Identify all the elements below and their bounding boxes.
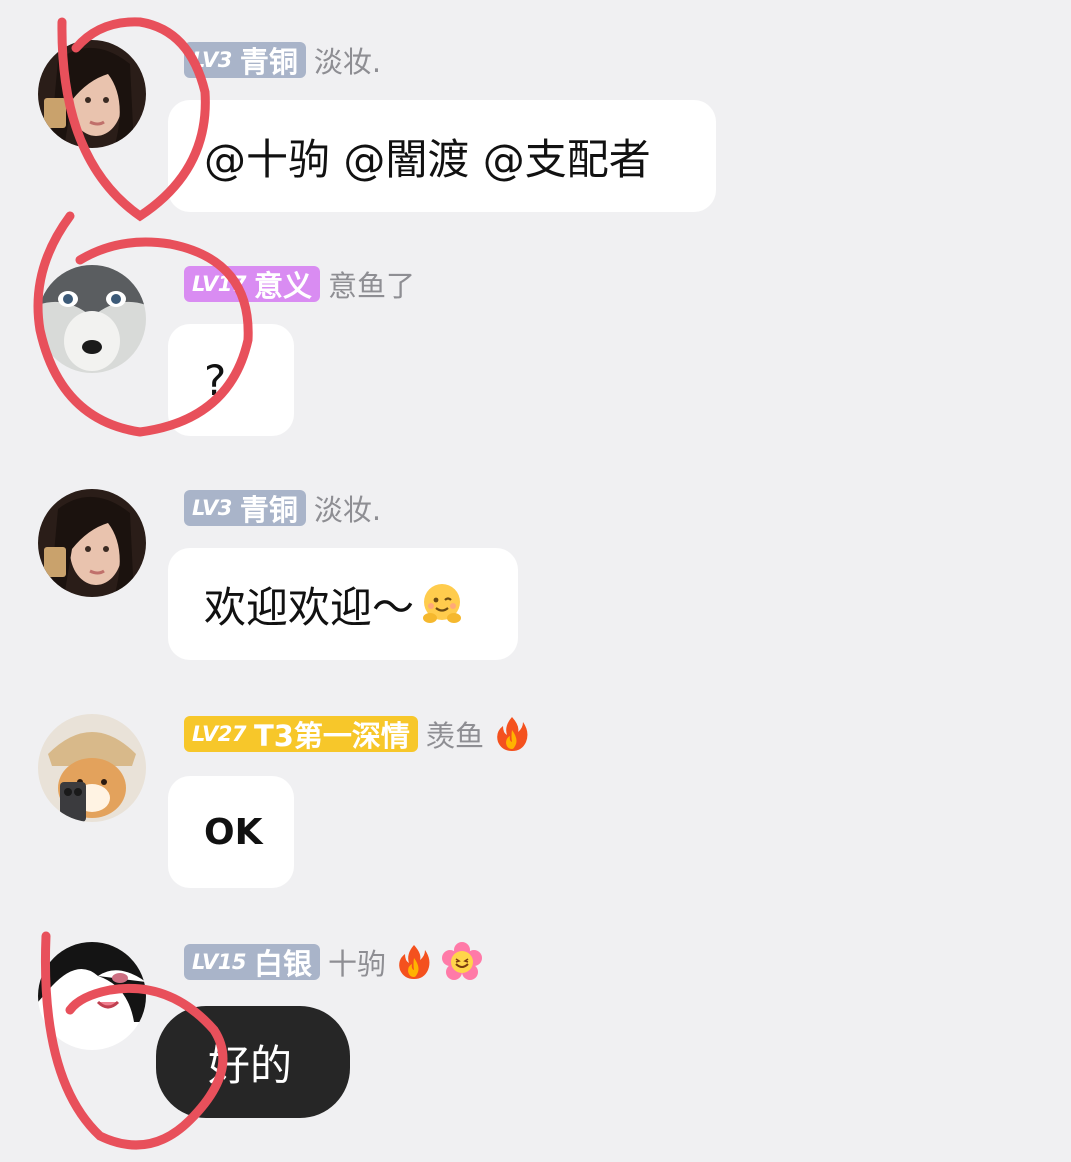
message-text: ? (204, 355, 227, 405)
level-text: LV15 (192, 950, 246, 974)
level-text: LV3 (192, 496, 232, 520)
flower-smile-icon (442, 942, 482, 982)
level-badge: LV17 意义 (184, 266, 320, 303)
avatar[interactable] (38, 265, 146, 373)
hug-emoji-icon (418, 580, 466, 628)
level-badge: LV15 白银 (184, 944, 320, 981)
message-meta: LV17 意义 意鱼了 (184, 264, 415, 304)
message-meta: LV3 青铜 淡妆. (184, 40, 381, 80)
badge-title: 白银 (253, 947, 312, 981)
avatar[interactable] (38, 942, 146, 1050)
level-text: LV3 (192, 48, 232, 72)
username[interactable]: 意鱼了 (328, 263, 415, 305)
username[interactable]: 十驹 (328, 941, 386, 983)
message-bubble[interactable]: ? (168, 324, 294, 436)
badge-title: 青铜 (239, 493, 298, 527)
message-meta: LV27 T3第一深情 羡鱼 (184, 714, 532, 754)
message-bubble[interactable]: 好的 (156, 1006, 350, 1118)
level-badge: LV3 青铜 (184, 490, 306, 527)
username[interactable]: 淡妆. (314, 39, 381, 81)
level-badge: LV27 T3第一深情 (184, 716, 418, 753)
username[interactable]: 羡鱼 (426, 713, 484, 755)
message-meta: LV15 白银 十驹 (184, 942, 482, 982)
message-bubble[interactable]: OK (168, 776, 294, 888)
level-text: LV17 (192, 272, 246, 296)
username[interactable]: 淡妆. (314, 487, 381, 529)
avatar[interactable] (38, 714, 146, 822)
fire-icon (394, 942, 434, 982)
fire-icon (492, 714, 532, 754)
message-text: OK (204, 811, 263, 853)
message-text: 欢迎欢迎～ (204, 582, 415, 632)
message-text: @十驹 @闇渡 @支配者 (204, 134, 651, 184)
message-bubble[interactable]: @十驹 @闇渡 @支配者 (168, 100, 716, 212)
badge-title: T3第一深情 (253, 719, 410, 753)
level-text: LV27 (192, 722, 246, 746)
badge-title: 青铜 (239, 45, 298, 79)
message-bubble[interactable]: 欢迎欢迎～ (168, 548, 518, 660)
avatar[interactable] (38, 40, 146, 148)
message-text: 好的 (208, 1040, 293, 1090)
badge-title: 意义 (253, 269, 312, 303)
chat-screen: LV3 青铜 淡妆. @十驹 @闇渡 @支配者 LV17 意义 意鱼了 ? LV… (0, 0, 1071, 1162)
message-meta: LV3 青铜 淡妆. (184, 488, 381, 528)
avatar[interactable] (38, 489, 146, 597)
level-badge: LV3 青铜 (184, 42, 306, 79)
